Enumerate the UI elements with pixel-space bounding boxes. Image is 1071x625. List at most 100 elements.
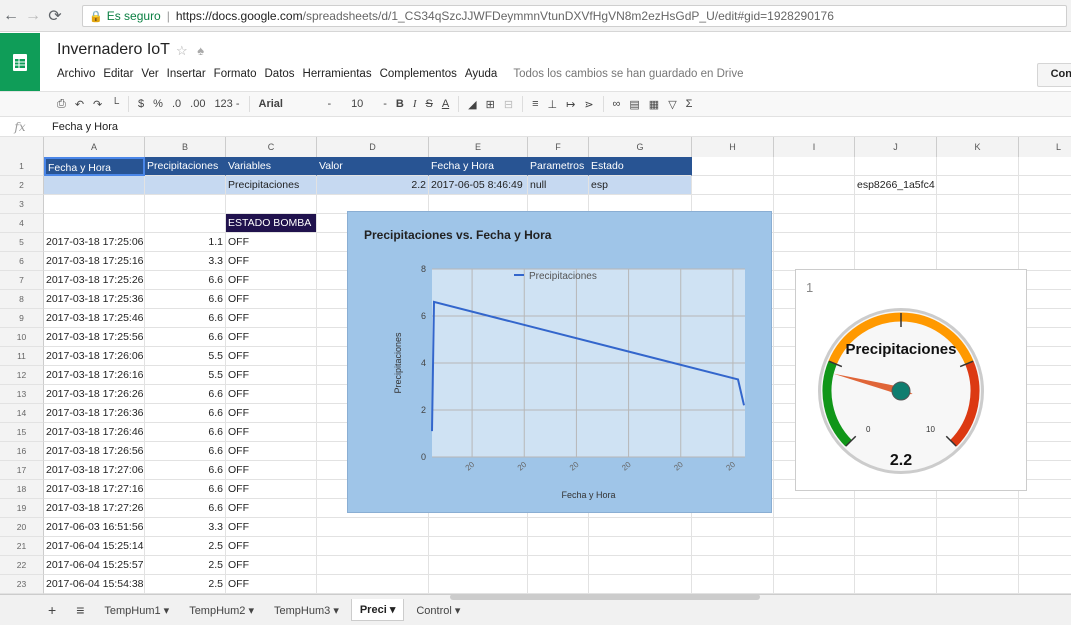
row-header[interactable]: 6 [0,252,44,271]
column-header-d[interactable]: D [317,137,429,157]
address-bar[interactable]: 🔒 Es seguro | https://docs.google.com/sp… [82,5,1067,27]
column-header-g[interactable]: G [589,137,692,157]
row-header[interactable]: 2 [0,176,44,195]
cell[interactable] [937,214,1019,233]
cell[interactable]: OFF [226,328,317,347]
cell[interactable]: OFF [226,575,317,594]
formula-input[interactable]: Fecha y Hora [40,121,118,133]
select-all-corner[interactable] [0,137,44,157]
cell[interactable] [774,575,855,594]
vertical-align-icon[interactable]: ⊥ [548,98,558,111]
cell[interactable] [145,214,226,233]
cell[interactable]: OFF [226,461,317,480]
menu-herramientas[interactable]: Herramientas [303,68,372,80]
cell[interactable] [774,518,855,537]
cell[interactable] [44,214,145,233]
cell[interactable] [429,556,528,575]
column-header-l[interactable]: L [1019,137,1071,157]
cell[interactable] [226,195,317,214]
cell[interactable] [692,556,774,575]
cell[interactable] [145,195,226,214]
back-icon[interactable]: ← [0,5,22,27]
cell[interactable]: esp8266_1a5fc4 [855,176,937,195]
cell[interactable] [589,575,692,594]
strikethrough-button[interactable]: S [425,98,432,110]
tab-temphum3[interactable]: TempHum3 ▾ [266,600,347,621]
cell[interactable] [317,556,429,575]
cell[interactable]: 2017-03-18 17:25:16 [44,252,145,271]
number-format-dropdown[interactable]: 123 - [214,98,239,110]
cell[interactable]: OFF [226,385,317,404]
sheets-logo-icon[interactable] [0,33,40,91]
cell[interactable]: 2017-06-04 15:54:38 [44,575,145,594]
column-header-h[interactable]: H [692,137,774,157]
tab-preci[interactable]: Preci ▾ [350,599,405,621]
print-icon[interactable]: ⎙ [57,98,66,111]
cell[interactable]: 2017-06-05 8:46:49 [429,176,528,195]
cell[interactable] [1019,518,1071,537]
header-cell[interactable]: Precipitaciones [145,157,226,176]
cell[interactable]: 2017-03-18 17:27:16 [44,480,145,499]
cell[interactable] [937,537,1019,556]
column-header-j[interactable]: J [855,137,937,157]
column-header-k[interactable]: K [937,137,1019,157]
row-header[interactable]: 1 [0,157,44,176]
row-header[interactable]: 14 [0,404,44,423]
cell[interactable] [145,176,226,195]
cell[interactable] [1019,195,1071,214]
cell[interactable]: 6.6 [145,385,226,404]
borders-icon[interactable]: ⊞ [486,98,495,111]
cell[interactable]: OFF [226,347,317,366]
cell[interactable]: 2.2 [317,176,429,195]
cell[interactable]: OFF [226,366,317,385]
cell[interactable]: 6.6 [145,290,226,309]
cell[interactable] [1019,214,1071,233]
cell[interactable] [937,575,1019,594]
cell[interactable]: 2017-03-18 17:26:06 [44,347,145,366]
cell[interactable] [937,556,1019,575]
cell[interactable]: 3.3 [145,252,226,271]
cell[interactable]: null [528,176,589,195]
text-wrap-icon[interactable]: ↦ [566,98,575,111]
header-cell[interactable]: Estado [589,157,692,176]
row-header[interactable]: 22 [0,556,44,575]
undo-icon[interactable]: ↶ [75,98,84,111]
horizontal-scrollbar[interactable] [450,594,760,600]
cell[interactable]: 6.6 [145,480,226,499]
column-header-f[interactable]: F [528,137,589,157]
header-cell[interactable]: Variables [226,157,317,176]
font-size-dropdown[interactable]: 10 [340,98,374,110]
cell[interactable]: 2017-03-18 17:26:46 [44,423,145,442]
cell[interactable] [855,537,937,556]
fill-color-icon[interactable]: ◢ [468,98,476,111]
cell[interactable] [317,518,429,537]
cell[interactable]: 5.5 [145,347,226,366]
row-header[interactable]: 17 [0,461,44,480]
column-header-i[interactable]: I [774,137,855,157]
cell[interactable]: 2017-03-18 17:26:36 [44,404,145,423]
chart-icon[interactable]: ▦ [649,98,659,111]
cell[interactable]: 2017-06-03 16:51:56 [44,518,145,537]
doc-title[interactable]: Invernadero IoT [57,41,170,59]
cell[interactable]: 5.5 [145,366,226,385]
cell[interactable]: OFF [226,252,317,271]
cell[interactable] [429,518,528,537]
chevron-down-icon[interactable]: - [328,98,332,110]
cell[interactable] [589,518,692,537]
header-cell[interactable]: Fecha y Hora [429,157,528,176]
column-header-a[interactable]: A [44,137,145,157]
cell[interactable] [528,556,589,575]
header-cell[interactable]: Valor [317,157,429,176]
row-header[interactable]: 11 [0,347,44,366]
cell[interactable]: 1.1 [145,233,226,252]
cell[interactable] [44,176,145,195]
row-header[interactable]: 3 [0,195,44,214]
cell[interactable]: 2017-06-04 15:25:14 [44,537,145,556]
cell[interactable]: 2017-03-18 17:27:06 [44,461,145,480]
bold-button[interactable]: B [396,98,404,110]
cell[interactable] [855,195,937,214]
row-header[interactable]: 18 [0,480,44,499]
cell[interactable]: OFF [226,442,317,461]
row-header[interactable]: 20 [0,518,44,537]
column-header-b[interactable]: B [145,137,226,157]
